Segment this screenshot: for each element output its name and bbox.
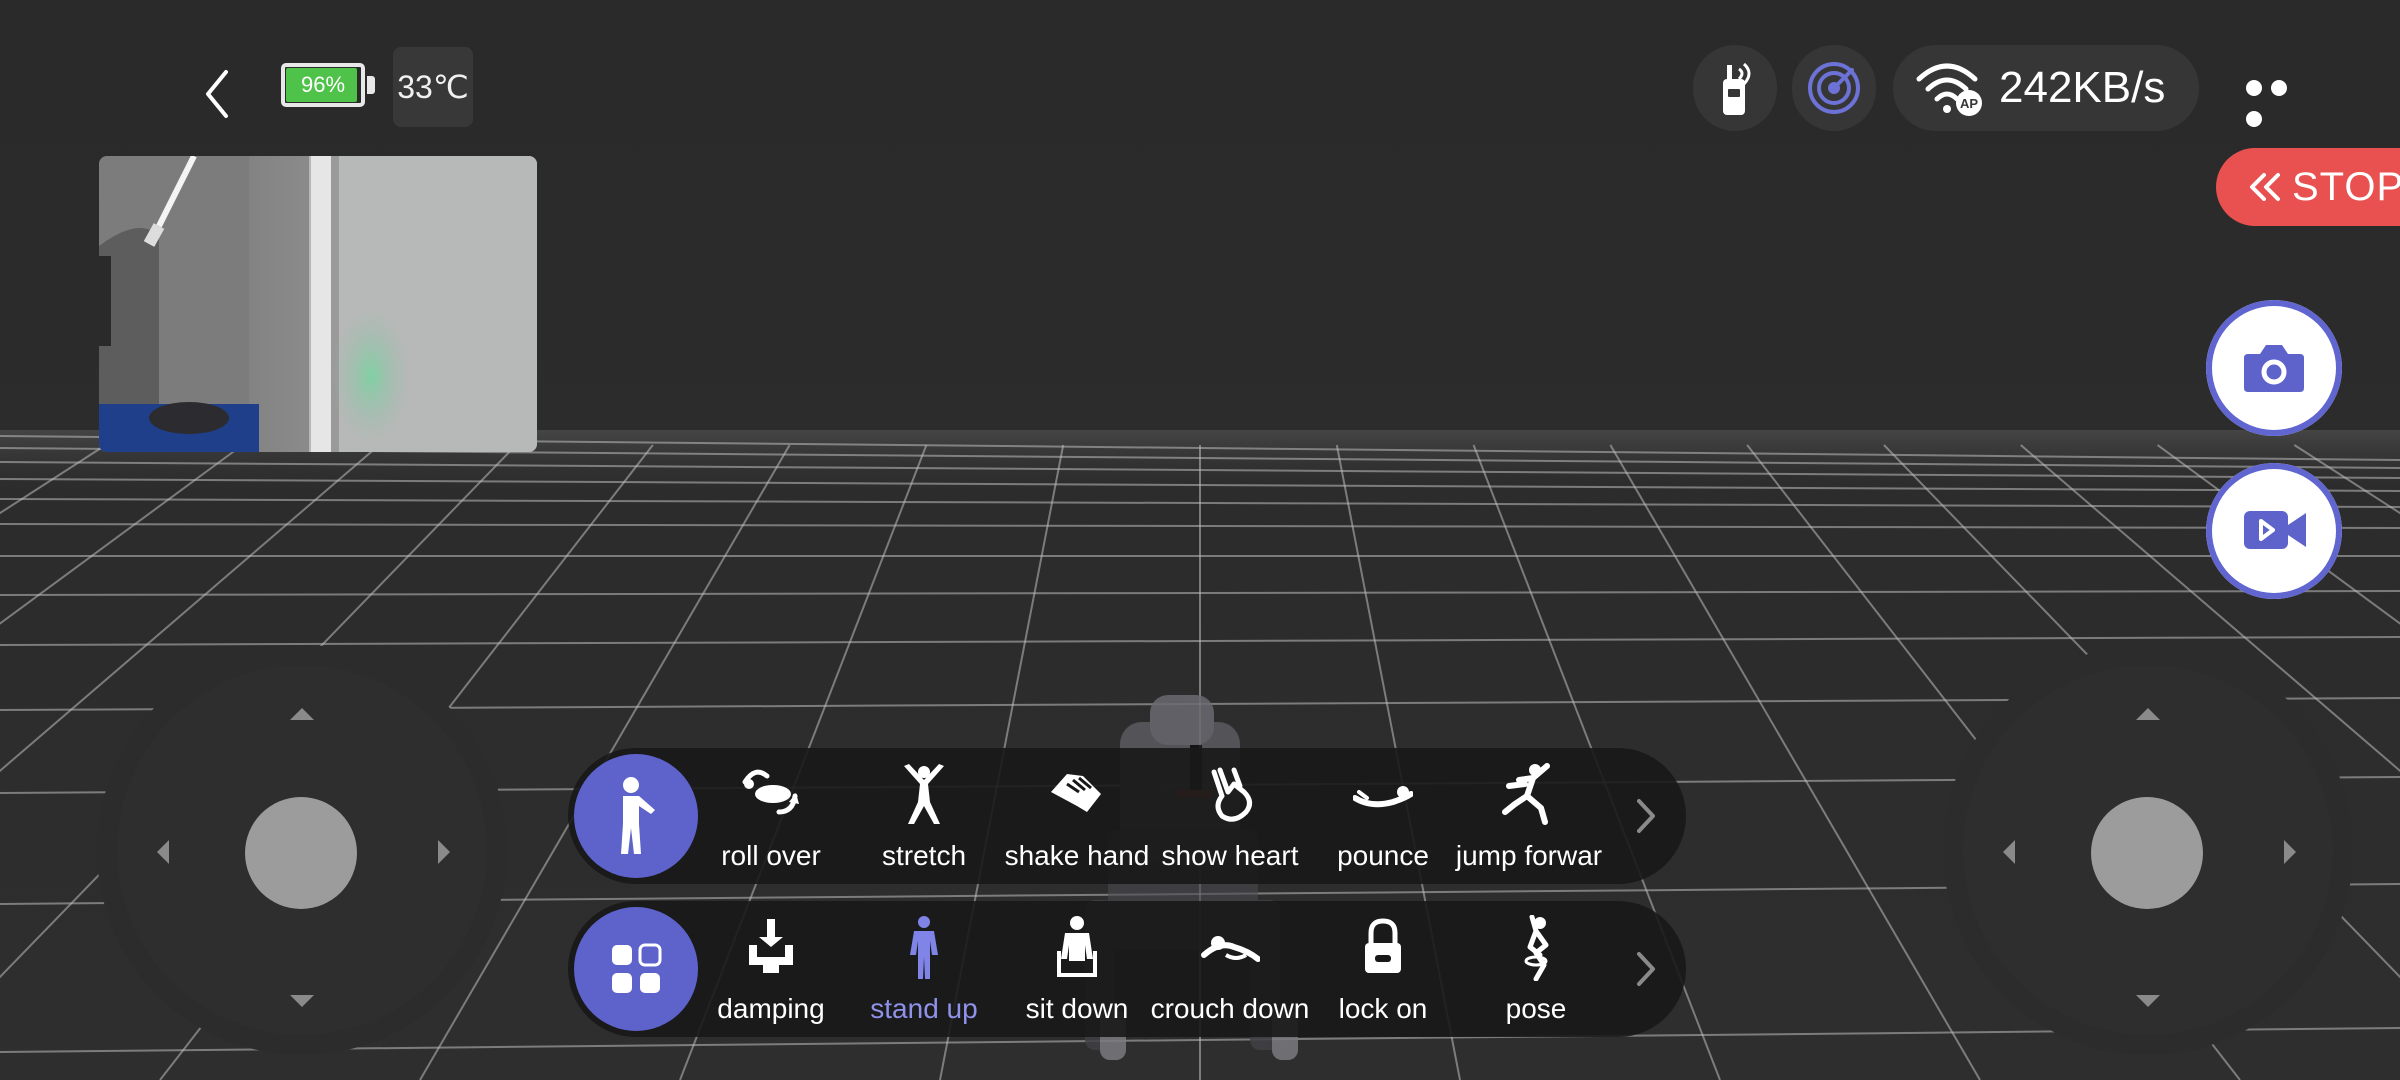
chevron-down-icon: [290, 995, 314, 1007]
action-label: pounce: [1337, 840, 1429, 871]
action-sit-down[interactable]: sit down: [1002, 901, 1152, 1037]
action-label: stretch: [881, 840, 967, 871]
action-label: stand up: [870, 993, 978, 1024]
radar-button[interactable]: [1792, 45, 1876, 131]
wifi-icon: AP: [1916, 63, 1982, 116]
more-menu-button[interactable]: [2246, 70, 2318, 127]
take-photo-button[interactable]: [2206, 300, 2342, 436]
svg-text:AP: AP: [1960, 96, 1978, 111]
radar-icon: [1808, 62, 1860, 114]
action-label: sit down: [1025, 993, 1129, 1024]
battery-percent: 96%: [300, 72, 346, 97]
camera-feed-image: [99, 156, 537, 452]
joystick-knob[interactable]: [245, 797, 357, 909]
action-stand-up[interactable]: stand up: [849, 901, 999, 1037]
crouch-down-icon: [1201, 936, 1260, 962]
damping-icon: [749, 919, 793, 973]
action-pose[interactable]: pose: [1461, 901, 1611, 1037]
pose-icon: [1524, 915, 1549, 981]
more-icon: [2246, 80, 2262, 96]
camera-preview[interactable]: [99, 156, 537, 452]
action-roll-over[interactable]: roll over: [696, 748, 846, 884]
grid-apps-icon: [612, 943, 662, 993]
posture-action-bar: damping stand up sit down crouch down lo…: [568, 901, 1686, 1037]
camera-icon: [2244, 345, 2304, 392]
action-show-heart[interactable]: show heart: [1155, 748, 1305, 884]
stretch-icon: [904, 764, 944, 824]
roll-over-icon: [742, 769, 799, 815]
tricks-mode-button[interactable]: [574, 754, 698, 878]
stand-up-icon: [910, 916, 938, 979]
show-heart-icon: [1211, 767, 1252, 822]
action-label: roll over: [721, 840, 821, 871]
action-jump-forward[interactable]: jump forwar: [1454, 748, 1604, 884]
chevron-down-icon: [2136, 995, 2160, 1007]
chevron-left-icon: [157, 840, 169, 864]
walkie-talkie-button[interactable]: [1693, 45, 1777, 131]
double-chevron-left-icon: [2250, 173, 2280, 201]
action-label: jump forwar: [1455, 840, 1603, 871]
chevron-right-icon: [2284, 840, 2296, 864]
back-button[interactable]: [188, 62, 248, 122]
chevron-up-icon: [290, 708, 314, 720]
action-label: shake hand: [1004, 840, 1150, 871]
left-joystick[interactable]: [117, 665, 487, 1035]
joystick-knob[interactable]: [2091, 797, 2203, 909]
action-label: show heart: [1161, 840, 1299, 871]
stop-label: STOP: [2292, 165, 2400, 209]
chevron-right-icon[interactable]: [1634, 796, 1658, 836]
action-label: lock on: [1338, 993, 1428, 1024]
shake-hand-icon: [1051, 774, 1101, 812]
action-lock-on[interactable]: lock on: [1308, 901, 1458, 1037]
action-label: damping: [717, 993, 825, 1024]
chevron-left-icon: [2003, 840, 2015, 864]
right-joystick[interactable]: [1963, 665, 2333, 1035]
postures-mode-button[interactable]: [574, 907, 698, 1031]
pounce-icon: [1353, 786, 1413, 808]
action-label: pose: [1505, 993, 1567, 1024]
walkie-talkie-icon: [1723, 62, 1751, 115]
video-icon: [2244, 511, 2306, 549]
action-label: crouch down: [1150, 993, 1310, 1024]
action-crouch-down[interactable]: crouch down: [1151, 901, 1309, 1037]
temperature-readout: 33℃: [393, 47, 473, 127]
chevron-right-icon[interactable]: [1634, 949, 1658, 989]
record-video-button[interactable]: [2206, 463, 2342, 599]
lock-icon: [1365, 918, 1401, 973]
jump-forward-icon: [1502, 763, 1550, 825]
stop-button[interactable]: STOP: [2216, 148, 2400, 226]
sit-down-icon: [1057, 916, 1097, 977]
network-speed: 242KB/s: [1999, 63, 2166, 112]
action-shake-hand[interactable]: shake hand: [1002, 748, 1152, 884]
chevron-right-icon: [438, 840, 450, 864]
trick-action-bar: roll over stretch shake hand show heart …: [568, 748, 1686, 884]
action-stretch[interactable]: stretch: [849, 748, 999, 884]
network-status: AP 242KB/s: [1893, 45, 2199, 131]
chevron-up-icon: [2136, 708, 2160, 720]
battery-indicator: 96%: [281, 63, 377, 111]
action-pounce[interactable]: pounce: [1308, 748, 1458, 884]
chevron-left-icon: [206, 70, 228, 118]
action-damping[interactable]: damping: [696, 901, 846, 1037]
person-pointing-icon: [621, 777, 655, 854]
